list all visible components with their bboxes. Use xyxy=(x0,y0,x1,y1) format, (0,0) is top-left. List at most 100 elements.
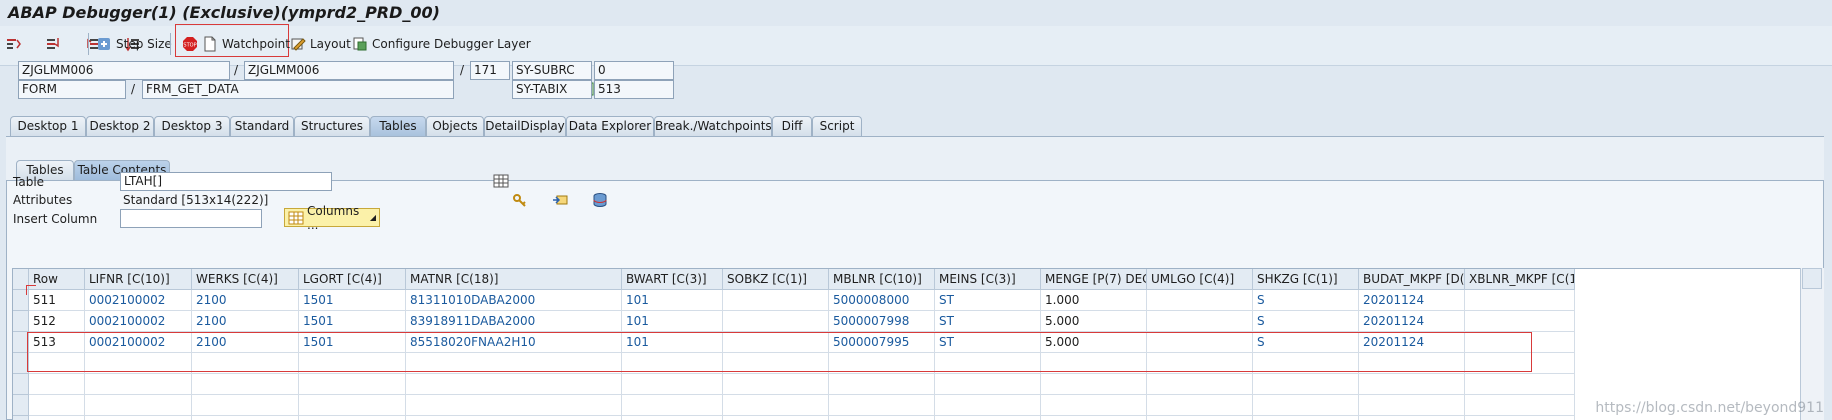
empty-cell[interactable] xyxy=(723,395,829,416)
tab-data-explorer[interactable]: Data Explorer xyxy=(566,116,654,136)
empty-cell[interactable] xyxy=(622,416,723,420)
table-cell[interactable]: 512 xyxy=(29,311,85,332)
empty-cell[interactable] xyxy=(406,395,622,416)
empty-cell[interactable] xyxy=(299,416,406,420)
table-cell[interactable]: 5.000 xyxy=(1041,311,1147,332)
program-field[interactable]: ZJGLMM006 xyxy=(18,61,230,80)
tab-break-watchpoints[interactable]: Break./Watchpoints xyxy=(654,116,772,136)
empty-cell[interactable] xyxy=(406,416,622,420)
empty-cell[interactable] xyxy=(299,374,406,395)
tab-standard[interactable]: Standard xyxy=(230,116,294,136)
table-cell[interactable] xyxy=(1465,311,1575,332)
tab-detaildisplay[interactable]: DetailDisplay xyxy=(484,116,566,136)
empty-cell[interactable] xyxy=(622,395,723,416)
column-header[interactable]: BUDAT_MKPF [D(8)] xyxy=(1359,269,1465,290)
table-cell[interactable]: 20201124 xyxy=(1359,290,1465,311)
column-header[interactable]: BWART [C(3)] xyxy=(622,269,723,290)
empty-cell[interactable] xyxy=(935,395,1041,416)
empty-cell[interactable] xyxy=(1465,416,1575,420)
event-type-field[interactable]: FORM xyxy=(18,80,126,99)
empty-cell[interactable] xyxy=(1147,416,1253,420)
table-cell[interactable]: 1501 xyxy=(299,311,406,332)
table-cell[interactable]: 1501 xyxy=(299,290,406,311)
table-cell[interactable]: 0002100002 xyxy=(85,290,192,311)
empty-cell[interactable] xyxy=(85,416,192,420)
row-select-cell[interactable] xyxy=(13,311,29,332)
tab-diff[interactable]: Diff xyxy=(772,116,812,136)
columns-button[interactable]: Columns ... ◢ xyxy=(284,204,380,232)
empty-cell[interactable] xyxy=(192,395,299,416)
table-cell[interactable] xyxy=(1147,290,1253,311)
table-cell[interactable]: 5000007998 xyxy=(829,311,935,332)
table-cell[interactable] xyxy=(1465,290,1575,311)
empty-cell[interactable] xyxy=(829,416,935,420)
step-size-button[interactable]: Step Size xyxy=(96,32,172,56)
empty-cell[interactable] xyxy=(406,374,622,395)
column-header[interactable]: UMLGO [C(4)] xyxy=(1147,269,1253,290)
empty-cell[interactable] xyxy=(299,395,406,416)
table-cell[interactable]: ST xyxy=(935,290,1041,311)
event-name-field[interactable]: FRM_GET_DATA xyxy=(142,80,454,99)
column-header[interactable]: MENGE [P(7) DEC 3] xyxy=(1041,269,1147,290)
column-header[interactable]: MBLNR [C(10)] xyxy=(829,269,935,290)
tab-desktop-3[interactable]: Desktop 3 xyxy=(154,116,230,136)
empty-cell[interactable] xyxy=(1147,395,1253,416)
empty-cell[interactable] xyxy=(192,416,299,420)
empty-cell[interactable] xyxy=(1041,374,1147,395)
table-cell[interactable]: 2100 xyxy=(192,290,299,311)
empty-cell[interactable] xyxy=(1041,395,1147,416)
empty-cell[interactable] xyxy=(829,395,935,416)
table-cell[interactable] xyxy=(723,290,829,311)
sy-subrc-value[interactable]: 0 xyxy=(594,61,674,80)
column-header[interactable]: LIFNR [C(10)] xyxy=(85,269,192,290)
table-cell[interactable]: 2100 xyxy=(192,311,299,332)
empty-cell[interactable] xyxy=(723,374,829,395)
table-cell[interactable]: 511 xyxy=(29,290,85,311)
tab-objects[interactable]: Objects xyxy=(426,116,484,136)
table-cell[interactable]: 81311010DABA2000 xyxy=(406,290,622,311)
table-cell[interactable]: 83918911DABA2000 xyxy=(406,311,622,332)
empty-cell[interactable] xyxy=(1041,416,1147,420)
empty-cell[interactable] xyxy=(29,416,85,420)
empty-cell[interactable] xyxy=(1253,395,1359,416)
tab-script[interactable]: Script xyxy=(812,116,862,136)
empty-cell[interactable] xyxy=(1359,395,1465,416)
empty-cell[interactable] xyxy=(1359,374,1465,395)
empty-cell[interactable] xyxy=(192,374,299,395)
empty-cell[interactable] xyxy=(1147,374,1253,395)
table-cell[interactable] xyxy=(1147,311,1253,332)
row-select-cell[interactable] xyxy=(13,374,29,395)
empty-cell[interactable] xyxy=(1465,374,1575,395)
insert-column-input[interactable] xyxy=(120,209,262,228)
empty-cell[interactable] xyxy=(1253,416,1359,420)
empty-cell[interactable] xyxy=(29,374,85,395)
step-over-icon[interactable] xyxy=(46,36,62,52)
transfer-icon[interactable] xyxy=(552,192,568,208)
watchpoint-button[interactable]: STOP Watchpoint xyxy=(182,32,290,56)
table-cell[interactable]: 0002100002 xyxy=(85,311,192,332)
empty-cell[interactable] xyxy=(723,416,829,420)
key-icon[interactable] xyxy=(512,192,528,208)
configure-debugger-layer-button[interactable]: Configure Debugger Layer xyxy=(352,32,531,56)
empty-cell[interactable] xyxy=(1253,374,1359,395)
empty-cell[interactable] xyxy=(829,374,935,395)
table-cell[interactable]: 5000008000 xyxy=(829,290,935,311)
column-header[interactable]: WERKS [C(4)] xyxy=(192,269,299,290)
table-grid-icon[interactable] xyxy=(493,173,509,189)
grid-scrollbar[interactable] xyxy=(1800,268,1824,420)
empty-cell[interactable] xyxy=(29,395,85,416)
empty-cell[interactable] xyxy=(85,374,192,395)
line-number-field[interactable]: 171 xyxy=(470,61,510,80)
column-header[interactable]: XBLNR_MKPF [C(1 xyxy=(1465,269,1575,290)
tab-tables[interactable]: Tables xyxy=(370,116,426,136)
column-header[interactable]: LGORT [C(4)] xyxy=(299,269,406,290)
tab-desktop-2[interactable]: Desktop 2 xyxy=(86,116,154,136)
grid-settings-button[interactable] xyxy=(1802,268,1822,289)
column-header[interactable]: Row xyxy=(29,269,85,290)
table-cell[interactable]: 101 xyxy=(622,311,723,332)
table-cell[interactable]: ST xyxy=(935,311,1041,332)
row-select-cell[interactable] xyxy=(13,416,29,420)
tab-desktop-1[interactable]: Desktop 1 xyxy=(10,116,86,136)
include-field[interactable]: ZJGLMM006 xyxy=(244,61,454,80)
column-header[interactable]: SHKZG [C(1)] xyxy=(1253,269,1359,290)
